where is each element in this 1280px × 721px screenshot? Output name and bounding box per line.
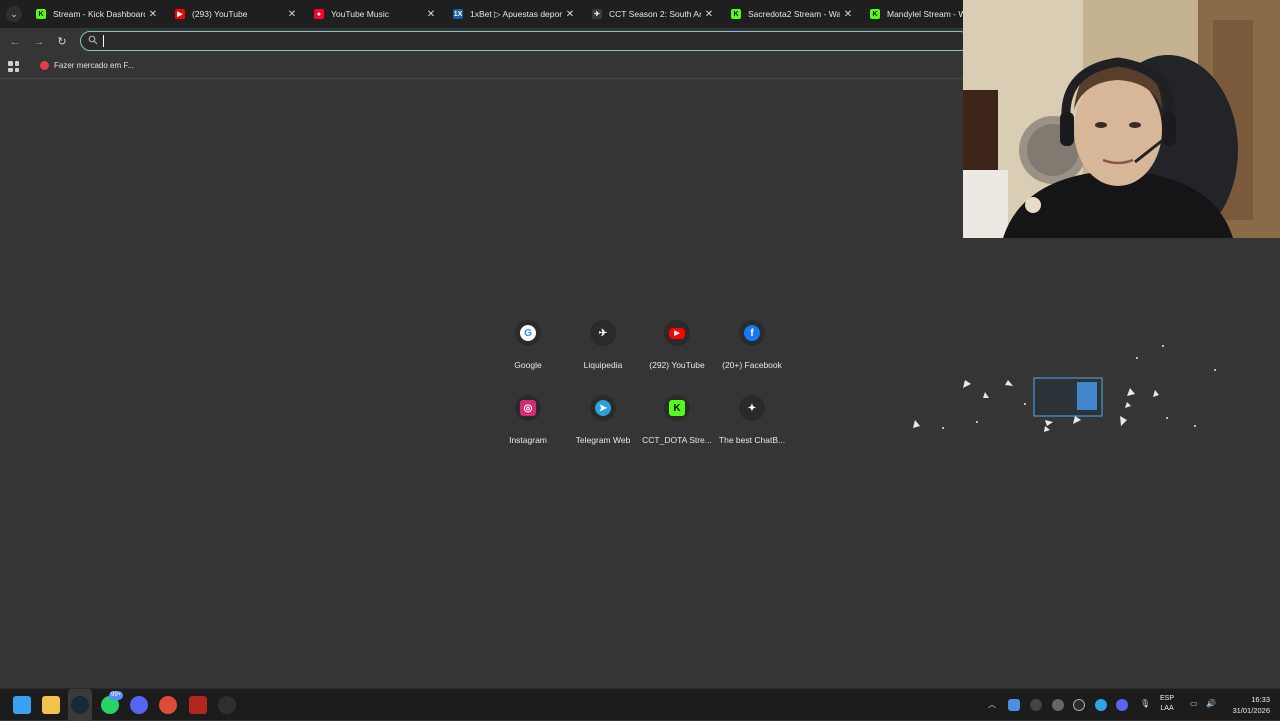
shortcut-icon-circle: ✈ [590,320,616,346]
tab-title: CCT Season 2: South Ame [609,9,701,19]
shortcut-label: Instagram [509,435,547,445]
1xbet-icon: 1X [453,9,463,19]
shortcut-icon-circle: ➤ [590,395,616,421]
liquipedia-icon: ✈ [592,9,602,19]
kick-icon: K [731,9,741,19]
tab-title: (293) YouTube [192,9,248,19]
shortcut-icon-circle: f [739,320,765,346]
shortcut-icon-circle: ✦ [739,395,765,421]
bookmark-favicon [40,61,49,70]
shortcut-label: Telegram Web [575,435,631,445]
chatbot-icon: ✦ [744,400,760,416]
shortcut-label: Google [514,360,542,370]
clock-date: 31/01/2026 [1232,706,1270,715]
shortcut-icon-circle: ◎ [515,395,541,421]
browser-tab[interactable]: K Sacredota2 Stream - Wat ✕ [721,0,860,28]
webcam-overlay [963,0,1280,238]
shortcut-label: Liquipedia [583,360,623,370]
shortcut-icon-circle: ▶ [664,320,690,346]
tab-close-icon[interactable]: ✕ [562,9,578,20]
address-input[interactable] [103,34,953,48]
forward-button[interactable]: → [32,35,46,49]
shortcut-tile[interactable]: f (20+) Facebook [712,320,792,390]
instagram-icon: ◎ [520,400,536,416]
tab-close-icon[interactable]: ✕ [701,9,717,20]
tab-close-icon[interactable]: ✕ [423,9,439,20]
shortcut-tile[interactable]: ◎ Instagram [488,395,568,465]
tray-app-icon[interactable] [1008,699,1020,711]
language-code: ESP [1160,695,1175,702]
shortcut-tile[interactable]: ✈ Liquipedia [563,320,643,390]
telegram-icon: ➤ [595,400,611,416]
reload-button[interactable]: ↻ [55,35,69,49]
steam-icon[interactable] [71,696,89,714]
facebook-icon: f [744,325,760,341]
kick-icon: K [870,9,880,19]
liquipedia-icon: ✈ [595,325,611,341]
tray-app-icon[interactable] [1052,699,1064,711]
bookmark-label: Fazer mercado em F... [54,61,135,70]
shortcut-tile[interactable]: K CCT_DOTA Stre... [637,395,717,465]
shortcut-icon-circle: K [664,395,690,421]
tray-discord-icon[interactable] [1116,699,1128,711]
whatsapp-icon[interactable]: 99+ [101,691,124,714]
browser-tab[interactable]: K Stream - Kick Dashboard ✕ [26,0,165,28]
notification-badge: 99+ [109,691,124,700]
input-language-indicator[interactable]: ESP LAA [1160,694,1174,714]
tab-title: Stream - Kick Dashboard [53,9,145,19]
tab-close-icon[interactable]: ✕ [145,9,161,20]
tab-close-icon[interactable]: ✕ [840,9,856,20]
tray-steam-icon[interactable] [1030,699,1042,711]
stream-alert-overlay [905,340,1225,440]
browser-tab[interactable]: ● YouTube Music ✕ [304,0,443,28]
microphone-icon[interactable]: 🎙 [1140,699,1150,708]
address-bar[interactable] [80,31,970,51]
shortcut-tile[interactable]: ✦ The best ChatB... [712,395,792,465]
tab-search-button[interactable]: ⌄ [6,6,22,22]
discord-icon[interactable] [130,696,148,714]
shortcut-label: (292) YouTube [649,360,705,370]
tab-title: YouTube Music [331,9,389,19]
windows-start-icon[interactable] [13,696,31,714]
bookmark-item[interactable]: Fazer mercado em F... [40,61,134,70]
network-icon[interactable]: ▭ [1190,699,1198,708]
shortcut-label: (20+) Facebook [722,360,782,370]
tray-telegram-icon[interactable] [1095,699,1107,711]
tab-title: 1xBet ▷ Apuestas deporti [470,8,562,19]
keyboard-layout: LAA [1160,705,1174,712]
shortcut-icon-circle: G [515,320,541,346]
taskbar: 99+ ︿ 🎙 ESP LAA ▭ 🔊 16:33 31/01/2026 [0,688,1280,721]
kick-icon: K [669,400,685,416]
kick-icon: K [36,9,46,19]
browser-tab[interactable]: ▶ (293) YouTube ✕ [165,0,304,28]
obs-icon[interactable] [218,696,236,714]
text-caret [103,35,104,47]
shortcut-tile[interactable]: ▶ (292) YouTube [637,320,717,390]
file-explorer-icon[interactable] [42,696,60,714]
volume-icon[interactable]: 🔊 [1206,699,1216,708]
youtube-icon: ▶ [175,9,185,19]
browser-tab[interactable]: 1X 1xBet ▷ Apuestas deporti ✕ [443,0,582,28]
search-icon [88,35,98,45]
tab-title: Sacredota2 Stream - Wat [748,9,840,19]
shortcut-label: CCT_DOTA Stre... [642,435,712,445]
chrome-icon[interactable] [159,696,177,714]
tab-close-icon[interactable]: ✕ [284,9,300,20]
back-button[interactable]: ← [8,35,22,49]
apps-grid-icon[interactable] [8,61,19,72]
show-hidden-icons-button[interactable]: ︿ [988,699,996,710]
dota2-icon[interactable] [189,696,207,714]
google-icon: G [520,325,536,341]
youtube-music-icon: ● [314,9,324,19]
shortcut-tile[interactable]: G Google [488,320,568,390]
system-clock[interactable]: 16:33 31/01/2026 [1232,694,1270,716]
youtube-icon: ▶ [669,327,685,339]
clock-time: 16:33 [1251,695,1270,704]
shortcut-tile[interactable]: ➤ Telegram Web [563,395,643,465]
shortcut-label: The best ChatB... [718,435,786,445]
browser-tab[interactable]: ✈ CCT Season 2: South Ame ✕ [582,0,721,28]
tray-steam-icon[interactable] [1073,699,1085,711]
bookmarks-bar: Fazer mercado em F... [0,55,963,79]
